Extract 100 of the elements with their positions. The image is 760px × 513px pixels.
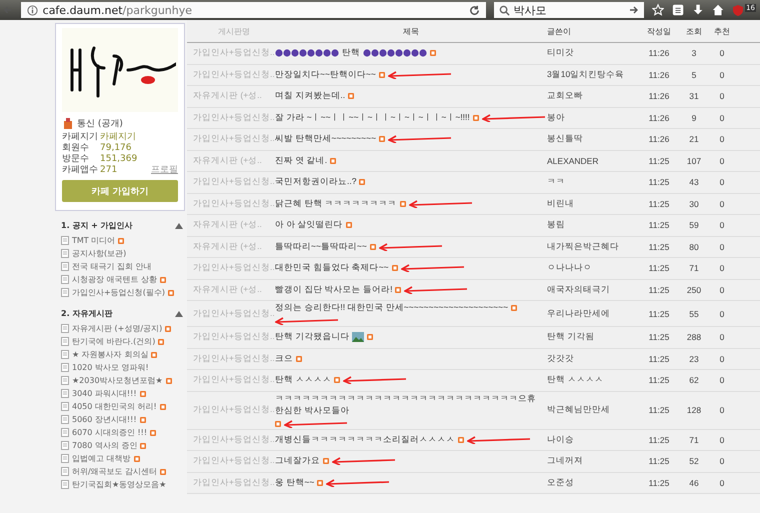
author-name[interactable]: 애국자의태극기 <box>547 284 639 296</box>
menu-item[interactable]: 탄기국에 바란다.(건의) <box>72 336 156 347</box>
collapse-toggle-icon[interactable] <box>175 310 183 316</box>
menu-item[interactable]: ★ 자원봉사자 회의실 <box>72 349 148 360</box>
download-icon[interactable] <box>692 3 704 17</box>
board-icon <box>61 376 69 385</box>
post-title[interactable]: 그네잘가요 <box>275 455 320 468</box>
author-name[interactable]: 내가찍은박근혜다 <box>547 240 639 253</box>
post-date: 11:25 <box>648 375 670 386</box>
author-name[interactable]: 봉아 <box>547 112 639 124</box>
post-title[interactable]: 아 아 살잇떨린다 <box>275 219 343 232</box>
info-icon[interactable] <box>26 4 38 16</box>
menu-item[interactable]: ★2030박사모청년포럼★ <box>72 375 163 386</box>
stat-label: 카페지기 <box>62 132 99 143</box>
author-name[interactable]: 탄핵 ㅅㅅㅅㅅ <box>547 374 639 386</box>
level-badge-icon <box>62 118 74 130</box>
new-icon <box>472 114 479 121</box>
collapse-toggle-icon[interactable] <box>175 222 183 228</box>
author-name[interactable]: 3월10일치킨탕수육 <box>547 68 639 81</box>
menu-item[interactable]: 탄기국집회★동영상모음★ <box>72 479 166 490</box>
menu-item[interactable]: 자유게시판 (+성명/공지) <box>72 323 162 334</box>
view-count: 5 <box>690 70 698 80</box>
new-icon <box>370 244 376 250</box>
post-title[interactable]: 탄핵 기각됐읍니다 <box>275 331 350 344</box>
go-arrow-icon[interactable] <box>628 5 639 15</box>
author-name[interactable]: 박근혜님만만세 <box>547 404 639 416</box>
post-title[interactable]: ㅋㅋㅋㅋㅋㅋㅋㅋㅋㅋㅋㅋㅋㅋㅋㅋㅋㅋㅋㅋㅋㅋㅋㅋㅋㅋㅋ으휴 한심한 박사모들아 <box>275 392 547 416</box>
recommend-count: 0 <box>718 284 726 295</box>
post-title[interactable]: 크으 <box>275 352 293 365</box>
post-date: 11:25 <box>648 332 670 342</box>
new-icon <box>430 50 436 56</box>
board-icon <box>61 350 69 359</box>
author-name[interactable]: 갓갓갓 <box>547 352 639 365</box>
bookmark-star-icon[interactable] <box>652 3 664 17</box>
author-name[interactable]: 나이승 <box>547 434 639 446</box>
post-title[interactable]: 정의는 승리한다!! 대한민국 만세~~~~~~~~~~~~~~~~~~~~~ <box>275 302 508 314</box>
view-count: 52 <box>688 456 700 466</box>
recommend-count: 0 <box>718 156 726 166</box>
post-title[interactable]: 탄핵 ㅅㅅㅅㅅ <box>275 374 332 386</box>
reload-icon[interactable] <box>468 4 480 16</box>
post-title[interactable]: 진짜 엿 같네. <box>275 154 328 167</box>
recommend-count: 0 <box>718 456 726 466</box>
post-title[interactable]: 닭근혜 탄핵 ㅋㅋㅋㅋㅋㅋㅋㅋ <box>275 198 397 210</box>
menu-item[interactable]: 1020 박사모 영파워! <box>72 362 149 373</box>
author-name[interactable]: 봉신틀딱 <box>547 133 639 146</box>
post-date: 11:25 <box>648 198 670 209</box>
author-name[interactable]: ㅇ나나나ㅇ <box>547 262 639 274</box>
post-title[interactable]: 빨갱이 집단 박사모는 들어라! <box>275 284 392 296</box>
post-title[interactable]: 틀딱따리~~틀딱따리~~ <box>275 240 367 253</box>
author-name[interactable]: 교회오빠 <box>547 90 639 102</box>
column-header: 게시판명 <box>217 26 251 36</box>
menu-item[interactable]: 전국 태극기 집회 안내 <box>72 261 152 272</box>
author-name[interactable]: 비린내 <box>547 198 639 210</box>
post-title[interactable]: 며칠 지켜봤는데.. <box>275 90 346 102</box>
post-title[interactable]: 잘 가라 ~ㅣ~~ㅣㅣ~~ㅣ~ㅣㅣ~ㅣ~ㅣ~ㅣㅣ~ㅣ~!!!! <box>275 112 470 124</box>
menu-item[interactable]: 가입인사+등업신청(필수) <box>72 287 165 298</box>
menu-item[interactable]: TMT 미디어 <box>72 235 116 246</box>
menu-item[interactable]: 6070 시대의증인 !!! <box>72 427 148 438</box>
menu-item[interactable]: 5060 장년시대!!! <box>72 414 137 425</box>
menu-item[interactable]: 3040 파워시대!!! <box>72 388 137 399</box>
search-icon <box>498 4 510 16</box>
view-count: 9 <box>690 112 698 123</box>
view-count: 288 <box>686 332 702 342</box>
post-title[interactable]: 탄핵 <box>342 47 360 60</box>
author-name[interactable]: 오준성 <box>547 476 639 489</box>
menu-item[interactable]: 허위/왜곡보도 감시센터 <box>72 466 158 477</box>
post-date: 11:25 <box>648 156 670 166</box>
new-icon <box>275 420 281 426</box>
view-count: 128 <box>686 405 702 415</box>
new-icon <box>400 200 406 207</box>
list-icon[interactable] <box>672 3 684 17</box>
post-title[interactable]: 만장일치다~~탄핵이다~~ <box>275 68 376 81</box>
new-icon <box>330 158 336 164</box>
menu-item[interactable]: 7080 역사의 증인 <box>72 440 138 451</box>
author-name[interactable]: 우리나라만세에 <box>547 308 639 320</box>
recommend-count: 0 <box>718 242 726 252</box>
author-name[interactable]: 봉림 <box>547 219 639 232</box>
home-icon[interactable] <box>712 3 724 17</box>
menu-item[interactable]: 4050 대한민국의 허리! <box>72 401 157 412</box>
board-icon <box>61 236 69 245</box>
author-name[interactable]: 티미갓 <box>547 47 639 60</box>
post-title[interactable]: 웅 탄핵~~ <box>275 476 314 489</box>
recommend-count: 0 <box>718 112 726 123</box>
recommend-count: 0 <box>718 220 726 230</box>
author-name[interactable]: 그네꺼져 <box>547 455 639 468</box>
menu-item[interactable]: 공지사항(보관) <box>72 248 126 259</box>
address-field[interactable]: cafe.daum.net/parkgunhye <box>20 2 486 18</box>
new-icon <box>359 179 366 186</box>
post-title[interactable]: 대한민국 힘들었다 축제다~~ <box>275 262 389 274</box>
search-field[interactable]: 박사모 <box>494 2 644 18</box>
post-title[interactable]: 국민저항권이라뇨..? <box>275 176 356 188</box>
author-name[interactable]: ALEXANDER <box>547 156 639 166</box>
new-icon <box>367 334 374 340</box>
post-title[interactable]: 씨발 탄핵만세~~~~~~~~~ <box>275 133 376 146</box>
post-title[interactable]: 개병신들ㅋㅋㅋㅋㅋㅋㅋㅋ소리질러ㅅㅅㅅㅅ <box>275 434 455 446</box>
board-icon <box>61 337 69 346</box>
author-name[interactable]: 탄핵 기각됨 <box>547 331 639 344</box>
menu-item[interactable]: 시청광장 애국텐트 상황 <box>72 274 158 285</box>
menu-item[interactable]: 입법예고 대책방 <box>72 453 131 464</box>
author-name[interactable]: ㅋㅋ <box>547 176 639 188</box>
